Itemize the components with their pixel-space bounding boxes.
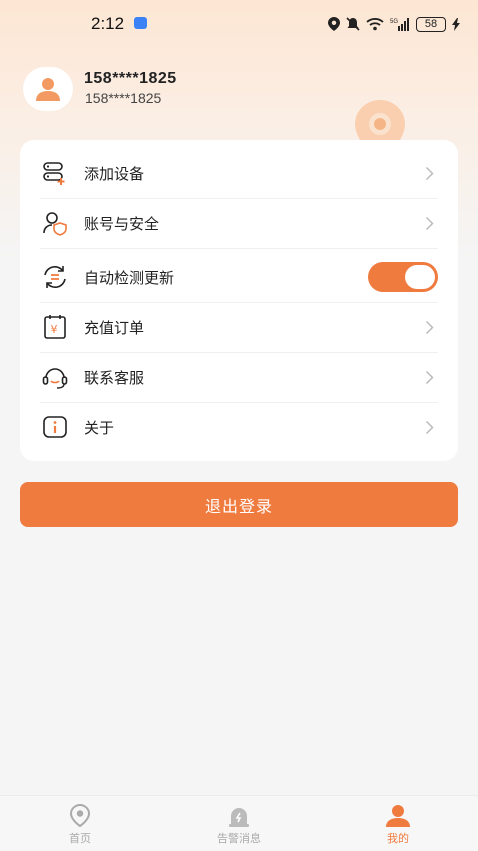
chevron-right-icon [425,370,434,385]
menu-item-add-device[interactable]: 添加设备 [20,148,458,198]
tab-label: 我的 [387,832,409,845]
profile-header[interactable]: 158****1825 158****1825 [0,60,478,178]
auto-update-icon [44,266,66,288]
app-notification-icon [134,17,147,29]
menu-item-label: 添加设备 [84,165,145,183]
signal-icon: 5G [390,18,409,31]
menu-item-auto-update: 自动检测更新 [20,250,458,304]
wifi-icon [366,18,384,31]
menu-item-label: 关于 [84,419,115,437]
logout-button[interactable]: 退出登录 [20,482,458,527]
tab-label: 告警消息 [217,832,261,845]
bottom-tab-bar: 首页 告警消息 我的 [0,795,478,851]
tab-alarm-messages[interactable]: 告警消息 [179,796,299,851]
chevron-right-icon [425,420,434,435]
menu-item-about[interactable]: 关于 [20,402,458,452]
status-icons: 5G 58 [328,14,460,34]
divider [40,248,438,249]
chevron-right-icon [425,216,434,231]
mute-icon [346,17,360,31]
svg-text:¥: ¥ [51,323,58,336]
menu-item-account-security[interactable]: 账号与安全 [20,198,458,248]
customer-service-icon [42,368,68,389]
battery-indicator: 58 [416,16,446,32]
charging-icon [452,17,460,31]
menu-item-label: 联系客服 [84,369,145,387]
account-security-icon [43,212,67,236]
menu-item-label: 自动检测更新 [84,269,175,287]
menu-item-label: 账号与安全 [84,215,160,233]
menu-item-label: 充值订单 [84,319,145,337]
settings-menu-card: 添加设备 账号与安全 自动检测更新 ¥ 充值订单 联系客服 关于 [20,140,458,461]
tab-mine[interactable]: 我的 [338,796,458,851]
add-device-icon [43,162,65,185]
menu-item-recharge-order[interactable]: ¥ 充值订单 [20,302,458,352]
avatar[interactable] [23,67,73,111]
svg-text:5G: 5G [390,19,398,25]
tab-home[interactable]: 首页 [20,796,140,851]
recharge-order-icon: ¥ [44,315,66,339]
status-bar: 2:12 5G 58 [0,0,478,48]
tab-label: 首页 [69,832,91,845]
home-location-icon [69,804,91,828]
status-time: 2:12 [91,14,125,33]
profile-name: 158****1825 [84,70,177,87]
user-avatar-icon [36,78,60,101]
location-icon [328,17,340,31]
toggle-knob [405,265,435,289]
about-icon [43,416,67,438]
menu-item-customer-service[interactable]: 联系客服 [20,352,458,402]
auto-update-toggle[interactable] [368,262,438,292]
profile-phone: 158****1825 [85,90,162,106]
chevron-right-icon [425,320,434,335]
profile-icon [386,805,410,827]
alarm-message-icon [229,808,249,827]
chevron-right-icon [425,166,434,181]
